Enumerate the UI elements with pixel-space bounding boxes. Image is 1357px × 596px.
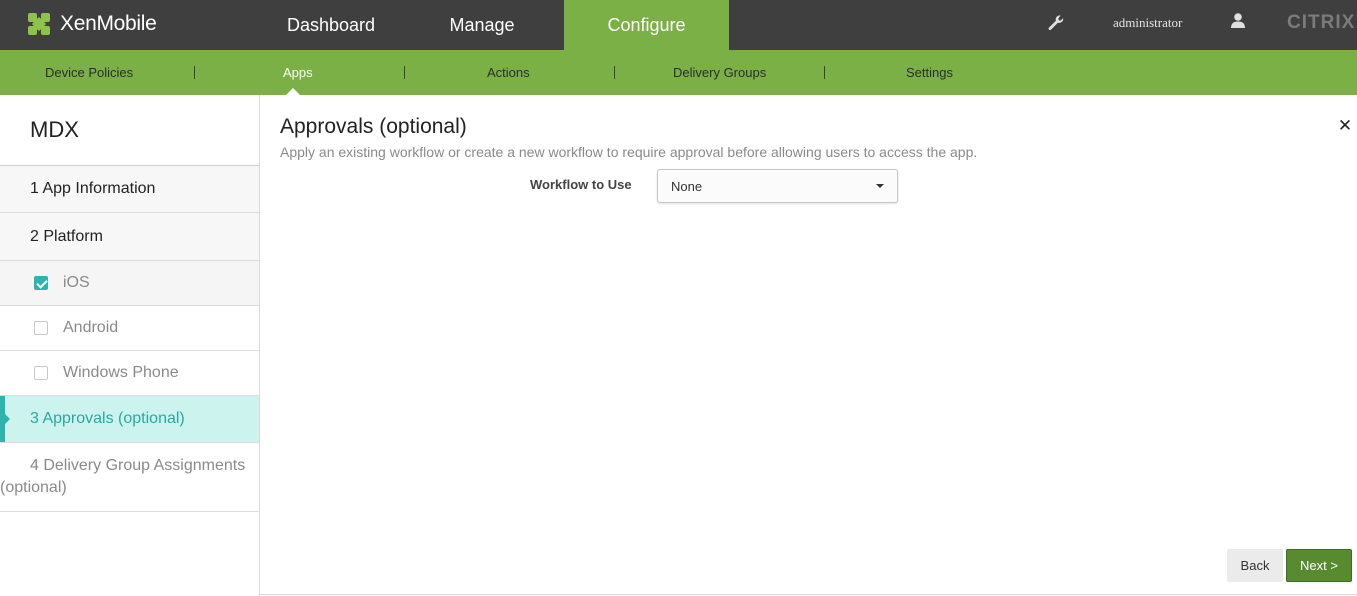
wizard-sidebar: MDX 1 App Information 2 Platform iOS And… [0, 95, 260, 596]
step-delivery-group-assignments[interactable]: 4 Delivery Group Assignments (optional) [0, 443, 259, 512]
step-app-information[interactable]: 1 App Information [0, 166, 259, 213]
workflow-select-value: None [671, 178, 703, 194]
wrench-icon[interactable] [1046, 13, 1066, 33]
subnav-actions[interactable]: Actions [487, 50, 530, 95]
citrix-logo: CITRIX [1287, 12, 1356, 33]
sub-nav: Device Policies Apps Actions Delivery Gr… [0, 50, 1357, 95]
platform-windows-phone[interactable]: Windows Phone [0, 351, 259, 396]
step-delivery-label-line2: (optional) [0, 479, 67, 496]
tab-configure[interactable]: Configure [564, 0, 729, 50]
xenmobile-logo-icon [28, 13, 50, 35]
subnav-divider [614, 66, 615, 79]
subnav-settings[interactable]: Settings [906, 50, 953, 95]
user-name[interactable]: administrator [1113, 15, 1182, 31]
xenmobile-logo[interactable]: XenMobile [28, 10, 157, 38]
page-title: Approvals (optional) [280, 115, 467, 138]
subnav-divider [194, 66, 195, 79]
close-icon[interactable]: ✕ [1337, 116, 1353, 136]
subnav-divider [824, 66, 825, 79]
workflow-label: Workflow to Use [530, 177, 632, 192]
subnav-divider [404, 66, 405, 79]
footer-divider [260, 594, 1357, 595]
android-checkbox[interactable] [34, 321, 48, 335]
step-delivery-label-line1: 4 Delivery Group Assignments [30, 457, 246, 474]
platform-windows-phone-label: Windows Phone [63, 364, 179, 381]
step-approvals[interactable]: 3 Approvals (optional) [0, 396, 259, 443]
user-icon[interactable] [1229, 12, 1247, 30]
subnav-device-policies[interactable]: Device Policies [45, 50, 133, 95]
platform-android[interactable]: Android [0, 306, 259, 351]
ios-checkbox[interactable] [34, 276, 48, 290]
top-bar: XenMobile Dashboard Manage Configure adm… [0, 0, 1357, 50]
logo-text: XenMobile [60, 12, 157, 35]
platform-android-label: Android [63, 319, 119, 336]
sidebar-title: MDX [0, 95, 259, 166]
platform-ios-label: iOS [63, 274, 90, 291]
workflow-select[interactable]: None [657, 169, 898, 203]
subnav-delivery-groups[interactable]: Delivery Groups [673, 50, 766, 95]
windows-phone-checkbox[interactable] [34, 366, 48, 380]
platform-ios[interactable]: iOS [0, 261, 259, 306]
page-description: Apply an existing workflow or create a n… [280, 144, 978, 160]
tab-manage[interactable]: Manage [418, 0, 546, 50]
tab-dashboard[interactable]: Dashboard [244, 0, 418, 50]
back-button[interactable]: Back [1227, 549, 1283, 582]
active-subnav-indicator [286, 88, 300, 95]
chevron-down-icon [876, 184, 884, 188]
next-button[interactable]: Next > [1286, 549, 1352, 582]
step-platform[interactable]: 2 Platform [0, 213, 259, 261]
